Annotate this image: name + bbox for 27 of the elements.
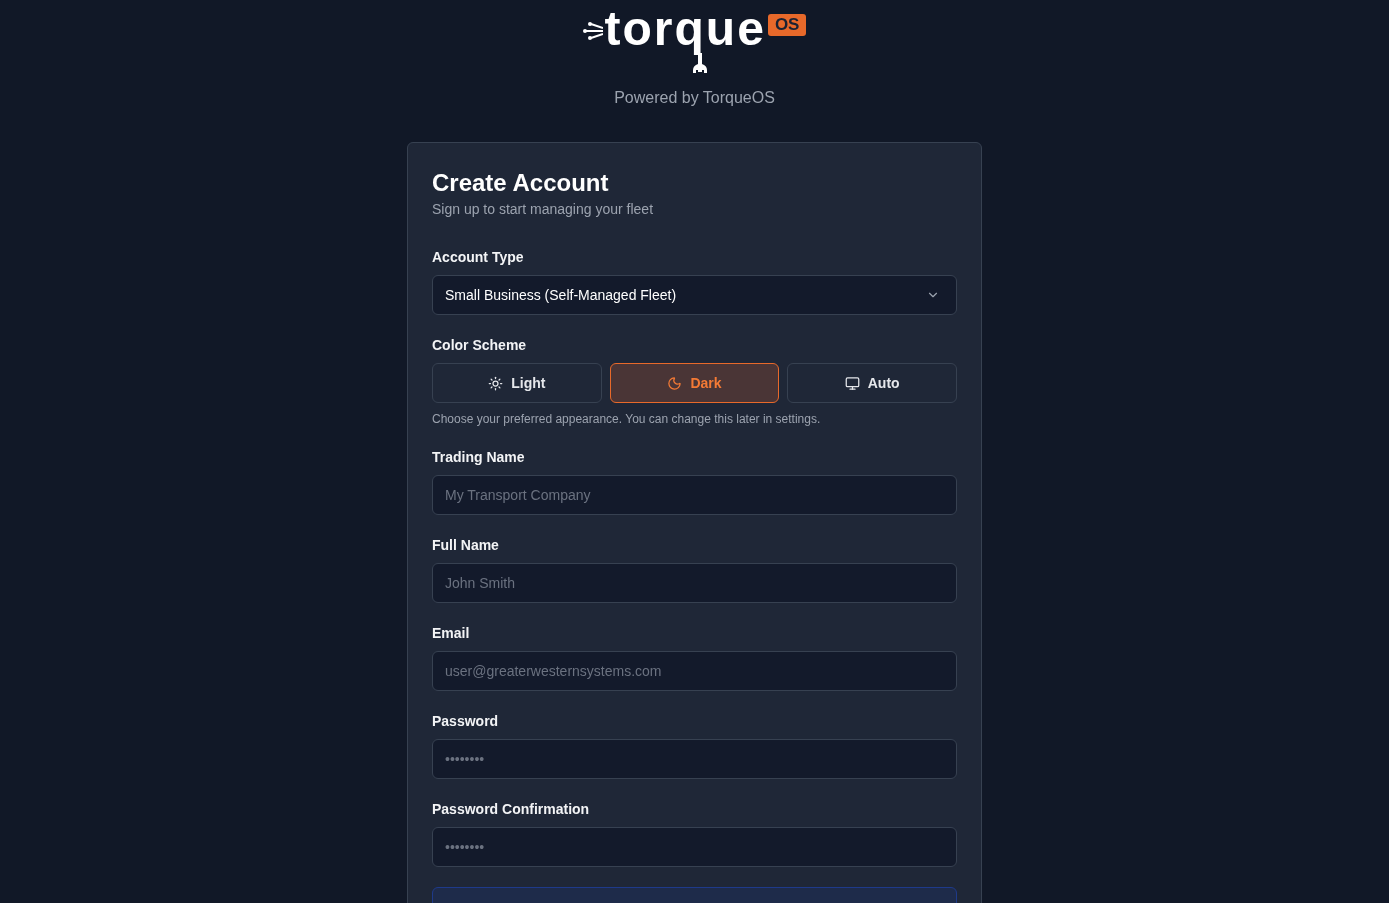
field-label: Password Confirmation (432, 800, 591, 819)
color-scheme-option[interactable]: Auto (787, 363, 957, 403)
text-field[interactable]: •••••••• (432, 827, 957, 867)
text-field[interactable]: John Smith (432, 563, 957, 603)
text-field[interactable]: •••••••• (432, 739, 957, 779)
color-scheme-hint: Choose your preferred appearance. You can change this later in settings. (432, 411, 822, 427)
color-scheme-option[interactable]: Dark (609, 363, 780, 403)
color-scheme-option[interactable]: Light (432, 363, 602, 403)
field-label: Full Name (432, 536, 500, 555)
tagline: Powered by TorqueOS (614, 88, 775, 108)
field-label: Email (432, 624, 471, 643)
monitor-icon (844, 375, 860, 391)
moon-icon (667, 375, 683, 391)
text-field[interactable]: user@greaterwesternsystems.com (432, 651, 957, 691)
account-type-select[interactable]: Small Business (Self-Managed Fleet) (432, 275, 957, 315)
form-subtitle: Sign up to start managing your fleet (432, 200, 655, 219)
form-title: Create Account (432, 168, 610, 198)
logo-badge: OS (767, 14, 807, 36)
field-label: Password (432, 712, 500, 731)
field-label: Account Type (432, 248, 525, 267)
text-field[interactable]: My Transport Company (432, 475, 957, 515)
circuit-lines-icon (582, 21, 603, 41)
logo-wordmark: torque (604, 1, 766, 57)
field-label: Color Scheme (432, 336, 528, 355)
field-label: Trading Name (432, 448, 526, 467)
sun-icon (488, 375, 504, 391)
wrench-icon (692, 53, 707, 73)
